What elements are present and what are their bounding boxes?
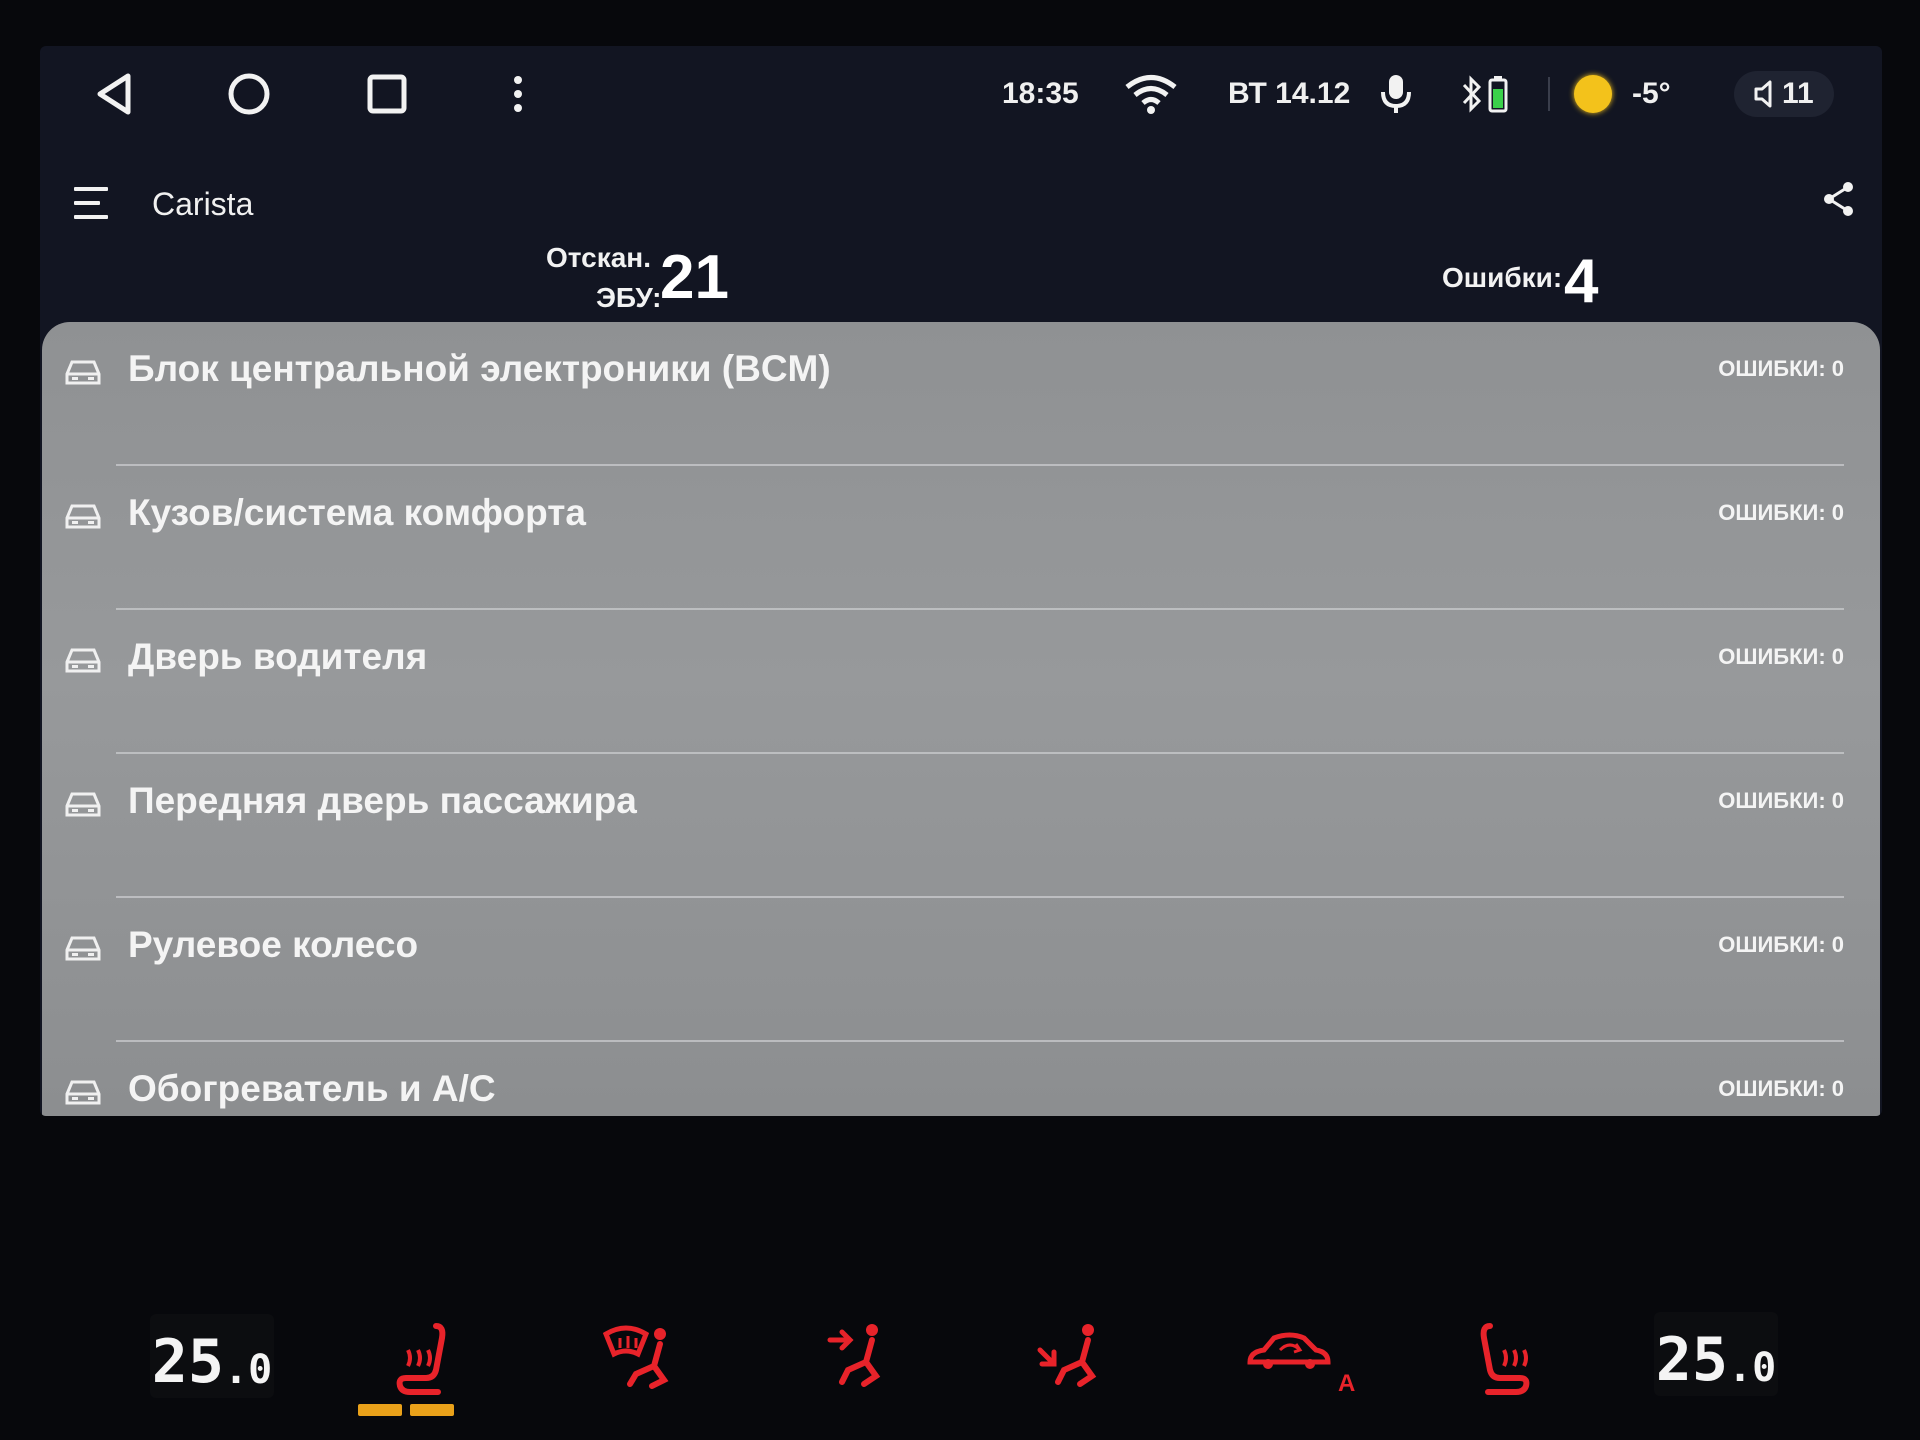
windshield-airflow-button[interactable] bbox=[602, 1320, 676, 1397]
recirculation-auto-label: A bbox=[1338, 1370, 1356, 1397]
ecu-errors: ОШИБКИ: 0 bbox=[1718, 932, 1844, 957]
ecu-errors: ОШИБКИ: 0 bbox=[1718, 644, 1844, 669]
battery-icon bbox=[1488, 76, 1508, 113]
ecu-errors: ОШИБКИ: 0 bbox=[1718, 1076, 1844, 1101]
car-icon bbox=[65, 1080, 101, 1105]
right-temp-int: 25 bbox=[1655, 1325, 1729, 1395]
car-icon bbox=[65, 504, 101, 529]
mic-icon bbox=[1381, 75, 1411, 113]
app-bar: Carista bbox=[40, 182, 1882, 276]
head-unit-screen: 18:35 ВТ 14.12 -5° 11 Carista Отскан. ЭБ… bbox=[40, 46, 1882, 1116]
status-bar: 18:35 ВТ 14.12 -5° 11 bbox=[40, 46, 1882, 142]
volume-icon bbox=[1754, 80, 1772, 108]
sun-icon bbox=[1574, 75, 1612, 113]
share-icon bbox=[1824, 182, 1853, 216]
seat-heat-icon bbox=[1480, 1323, 1530, 1395]
ecu-name: Кузов/система комфорта bbox=[128, 492, 586, 533]
ecu-errors: ОШИБКИ: 0 bbox=[1718, 500, 1844, 525]
recents-button[interactable] bbox=[366, 46, 408, 142]
foot-airflow-button[interactable] bbox=[1036, 1320, 1104, 1397]
scanned-value: 21 bbox=[660, 243, 729, 312]
seat-heat-icon bbox=[396, 1323, 446, 1395]
ecu-errors: ОШИБКИ: 0 bbox=[1718, 788, 1844, 813]
left-seat-heat-button[interactable] bbox=[392, 1320, 462, 1405]
back-icon bbox=[97, 73, 131, 115]
ecu-name: Обогреватель и A/C bbox=[128, 1068, 496, 1109]
bluetooth-icon bbox=[1462, 75, 1482, 113]
menu-icon bbox=[74, 187, 108, 219]
left-temp-dec: .0 bbox=[224, 1347, 273, 1393]
seat-heat-level-bar bbox=[410, 1404, 454, 1416]
seat-heat-level-bar bbox=[358, 1404, 402, 1416]
ecu-errors: ОШИБКИ: 0 bbox=[1718, 356, 1844, 381]
face-airflow-icon bbox=[827, 1324, 881, 1387]
list-item[interactable]: Передняя дверь пассажира ОШИБКИ: 0 bbox=[42, 754, 1880, 898]
scanned-label-line1: Отскан. bbox=[546, 242, 651, 273]
list-item[interactable]: Кузов/система комфорта ОШИБКИ: 0 bbox=[42, 466, 1880, 610]
face-airflow-button[interactable] bbox=[826, 1320, 890, 1397]
foot-airflow-icon bbox=[1037, 1324, 1097, 1387]
right-temperature-display[interactable]: 25.0 bbox=[1654, 1312, 1778, 1396]
ecu-name: Передняя дверь пассажира bbox=[128, 780, 637, 821]
ecu-name: Дверь водителя bbox=[128, 636, 428, 677]
home-button[interactable] bbox=[226, 46, 272, 142]
errors-value: 4 bbox=[1564, 247, 1599, 316]
status-date: ВТ 14.12 bbox=[1228, 77, 1351, 110]
status-time: 18:35 bbox=[1002, 77, 1079, 110]
ecu-list: Блок центральной электроники (BCM) ОШИБК… bbox=[42, 322, 1880, 1116]
ecu-name: Рулевое колесо bbox=[128, 924, 419, 965]
right-seat-heat-button[interactable] bbox=[1474, 1320, 1544, 1405]
ecu-name: Блок центральной электроники (BCM) bbox=[128, 348, 831, 389]
more-button[interactable] bbox=[510, 46, 526, 142]
share-button[interactable] bbox=[1822, 180, 1856, 223]
climate-control-bar: 25.0 A 25 .0 bbox=[0, 1290, 1920, 1440]
car-icon bbox=[65, 936, 101, 961]
car-icon bbox=[65, 792, 101, 817]
back-button[interactable] bbox=[94, 46, 134, 142]
volume-control[interactable]: 11 bbox=[1734, 71, 1834, 117]
menu-button[interactable] bbox=[72, 184, 110, 227]
car-icon bbox=[65, 648, 101, 673]
recents-icon bbox=[367, 74, 407, 114]
app-title: Carista bbox=[152, 186, 254, 222]
scanned-label-line2: ЭБУ: bbox=[596, 282, 662, 313]
recirculation-car-icon bbox=[1247, 1332, 1331, 1369]
list-item[interactable]: Блок центральной электроники (BCM) ОШИБК… bbox=[42, 322, 1880, 466]
volume-level: 11 bbox=[1782, 77, 1814, 110]
left-temp-int: 25 bbox=[151, 1327, 225, 1397]
windshield-airflow-icon bbox=[602, 1325, 669, 1389]
wifi-icon bbox=[1125, 75, 1177, 114]
left-temperature-display[interactable]: 25.0 bbox=[150, 1314, 274, 1398]
more-vert-icon bbox=[514, 76, 522, 112]
mic-button[interactable] bbox=[1378, 46, 1414, 142]
list-item[interactable]: Дверь водителя ОШИБКИ: 0 bbox=[42, 610, 1880, 754]
errors-label: Ошибки: bbox=[1442, 262, 1563, 293]
home-icon bbox=[228, 73, 270, 115]
right-temp-dec: .0 bbox=[1728, 1345, 1777, 1391]
list-item[interactable]: Рулевое колесо ОШИБКИ: 0 bbox=[42, 898, 1880, 1042]
status-temperature: -5° bbox=[1632, 77, 1671, 110]
recirculation-auto-button[interactable] bbox=[1244, 1328, 1334, 1383]
list-item[interactable]: Обогреватель и A/C ОШИБКИ: 0 bbox=[42, 1042, 1880, 1116]
car-icon bbox=[65, 360, 101, 385]
